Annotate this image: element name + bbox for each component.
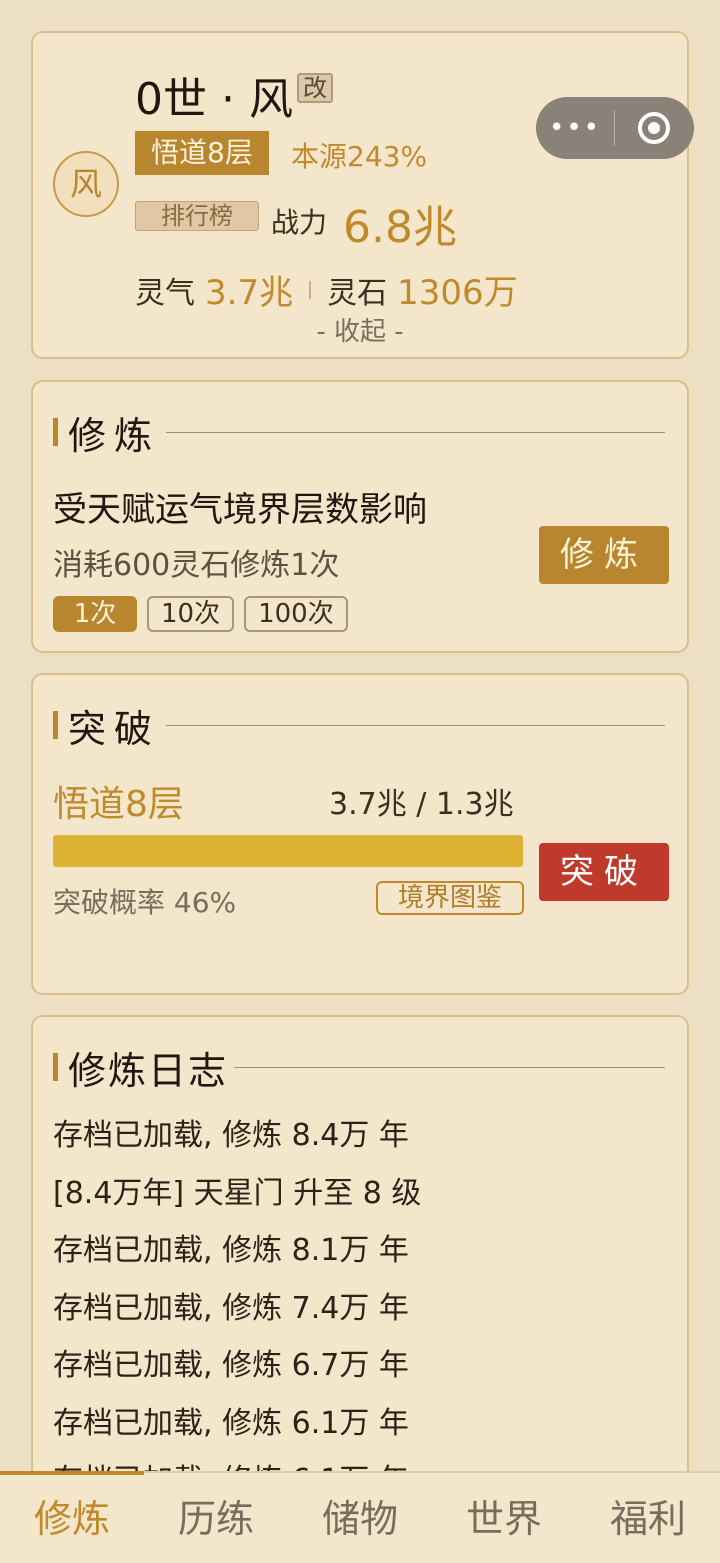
cultivate-card: 修炼 受天赋运气境界层数影响 消耗600灵石修炼1次 1次 10次 100次 修…: [31, 380, 689, 653]
source-percent: 本源243%: [291, 140, 428, 173]
breakthrough-title: 突破: [68, 706, 161, 751]
breakthrough-chance: 突破概率 46%: [53, 886, 237, 919]
section-title: 修炼日志: [53, 1043, 665, 1093]
log-list[interactable]: 存档已加载, 修炼 8.4万 年 [8.4万年] 天星门 升至 8 级 存档已加…: [53, 1113, 421, 1516]
title-accent: [53, 418, 58, 446]
tab-welfare[interactable]: 福利: [576, 1473, 720, 1563]
times-option-1[interactable]: 1次: [53, 596, 137, 632]
target-icon[interactable]: [615, 112, 693, 144]
progress-fill: [53, 835, 523, 867]
resources-row: 灵气 3.7兆 灵石 1306万: [135, 265, 518, 314]
more-dots-icon[interactable]: •••: [536, 113, 614, 143]
section-title: 修炼: [53, 408, 665, 458]
log-title: 修炼日志: [68, 1048, 229, 1093]
breakthrough-button[interactable]: 突破: [539, 843, 669, 901]
cultivate-description: 受天赋运气境界层数影响: [53, 490, 427, 530]
player-name: 0世 · 风: [135, 74, 293, 125]
avatar[interactable]: 风: [53, 151, 119, 217]
title-accent: [53, 711, 58, 739]
cultivate-title: 修炼: [68, 413, 161, 458]
log-entry: 存档已加载, 修炼 8.1万 年: [53, 1233, 409, 1268]
breakthrough-progress-bar: [53, 835, 523, 867]
lingshi-label: 灵石: [327, 275, 388, 311]
breakthrough-realm: 悟道8层: [53, 784, 184, 825]
tab-world[interactable]: 世界: [432, 1473, 576, 1563]
title-divider: [166, 431, 665, 433]
times-selector: 1次 10次 100次: [53, 596, 348, 632]
log-entry: 存档已加载, 修炼 6.1万 年: [53, 1405, 409, 1441]
tab-storage[interactable]: 储物: [288, 1473, 432, 1563]
power-label: 战力: [271, 206, 328, 239]
miniprogram-capsule: •••: [536, 97, 694, 159]
profile-card: 风 0世 · 风 改 悟道8层 本源243% 排行榜 战力 6.8兆 灵气 3.…: [31, 31, 689, 359]
cultivate-button[interactable]: 修炼: [539, 526, 669, 584]
bottom-nav: 修炼 历练 储物 世界 福利: [0, 1471, 720, 1563]
log-entry: 存档已加载, 修炼 6.7万 年: [53, 1348, 409, 1383]
resource-divider: [309, 280, 312, 299]
title-divider: [234, 1066, 665, 1068]
times-option-10[interactable]: 10次: [147, 596, 235, 632]
times-option-100[interactable]: 100次: [244, 596, 348, 632]
lingshi-value: 1306万: [397, 273, 518, 313]
power-value: 6.8兆: [343, 202, 457, 253]
edit-name-button[interactable]: 改: [297, 73, 333, 103]
realm-badge: 悟道8层: [135, 131, 269, 175]
title-divider: [166, 724, 665, 726]
lingqi-label: 灵气: [135, 275, 195, 311]
cultivate-cost: 消耗600灵石修炼1次: [53, 548, 340, 583]
title-accent: [53, 1053, 58, 1081]
tab-cultivate[interactable]: 修炼: [0, 1471, 144, 1563]
breakthrough-progress-text: 3.7兆 / 1.3兆: [329, 787, 514, 822]
realm-guide-button[interactable]: 境界图鉴: [376, 881, 524, 915]
log-entry: [8.4万年] 天星门 升至 8 级: [53, 1175, 422, 1211]
leaderboard-button[interactable]: 排行榜: [135, 201, 259, 231]
breakthrough-card: 突破 悟道8层 3.7兆 / 1.3兆 突破概率 46% 境界图鉴 突破: [31, 673, 689, 995]
cultivation-log-card: 修炼日志 存档已加载, 修炼 8.4万 年 [8.4万年] 天星门 升至 8 级…: [31, 1015, 689, 1535]
tab-adventure[interactable]: 历练: [144, 1473, 288, 1563]
lingqi-value: 3.7兆: [205, 273, 294, 313]
collapse-toggle[interactable]: - 收起 -: [33, 311, 687, 348]
section-title: 突破: [53, 701, 665, 751]
log-entry: 存档已加载, 修炼 8.4万 年: [53, 1118, 409, 1153]
log-entry: 存档已加载, 修炼 7.4万 年: [53, 1290, 409, 1326]
